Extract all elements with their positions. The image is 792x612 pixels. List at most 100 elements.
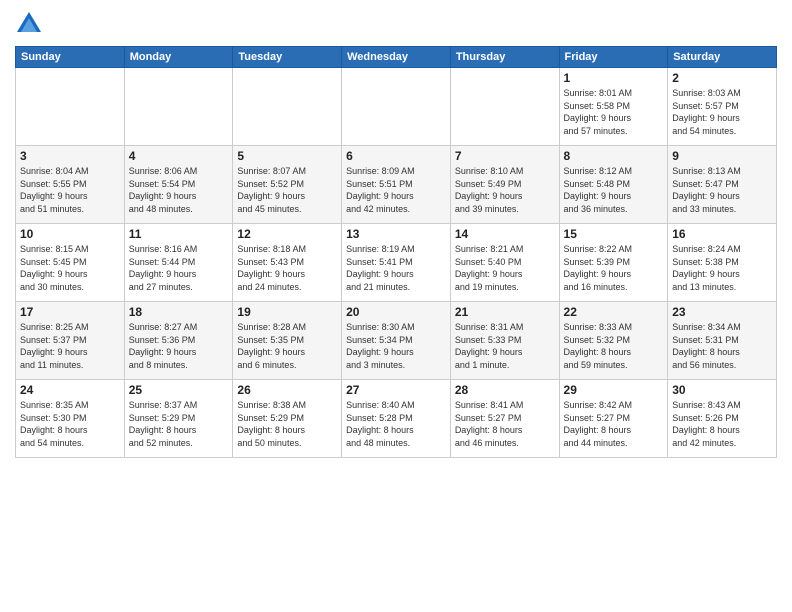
day-number: 12: [237, 227, 337, 241]
day-info: Sunrise: 8:01 AM Sunset: 5:58 PM Dayligh…: [564, 87, 664, 137]
day-number: 27: [346, 383, 446, 397]
day-info: Sunrise: 8:07 AM Sunset: 5:52 PM Dayligh…: [237, 165, 337, 215]
calendar-cell: 26 Sunrise: 8:38 AM Sunset: 5:29 PM Dayli…: [233, 380, 342, 458]
calendar-cell: 12 Sunrise: 8:18 AM Sunset: 5:43 PM Dayli…: [233, 224, 342, 302]
day-info: Sunrise: 8:18 AM Sunset: 5:43 PM Dayligh…: [237, 243, 337, 293]
calendar-cell: 22Sunrise: 8:33 AM Sunset: 5:32 PM Dayli…: [559, 302, 668, 380]
day-info: Sunrise: 8:04 AM Sunset: 5:55 PM Dayligh…: [20, 165, 120, 215]
calendar-cell: 3 Sunrise: 8:04 AM Sunset: 5:55 PM Daylig…: [16, 146, 125, 224]
day-info: Sunrise: 8:27 AM Sunset: 5:36 PM Dayligh…: [129, 321, 229, 371]
calendar-cell: [124, 68, 233, 146]
calendar-cell: 20 Sunrise: 8:30 AM Sunset: 5:34 PM Dayli…: [342, 302, 451, 380]
calendar-cell: 28 Sunrise: 8:41 AM Sunset: 5:27 PM Dayli…: [450, 380, 559, 458]
day-info: Sunrise: 8:35 AM Sunset: 5:30 PM Dayligh…: [20, 399, 120, 449]
day-info: Sunrise: 8:22 AM Sunset: 5:39 PM Dayligh…: [564, 243, 664, 293]
calendar-cell: 23 Sunrise: 8:34 AM Sunset: 5:31 PM Dayli…: [668, 302, 777, 380]
logo-icon: [15, 10, 43, 38]
calendar-cell: [342, 68, 451, 146]
day-info: Sunrise: 8:43 AM Sunset: 5:26 PM Dayligh…: [672, 399, 772, 449]
column-header-monday: Monday: [124, 47, 233, 68]
day-info: Sunrise: 8:38 AM Sunset: 5:29 PM Dayligh…: [237, 399, 337, 449]
day-info: Sunrise: 8:09 AM Sunset: 5:51 PM Dayligh…: [346, 165, 446, 215]
day-number: 11: [129, 227, 229, 241]
calendar-week-3: 10 Sunrise: 8:15 AM Sunset: 5:45 PM Dayli…: [16, 224, 777, 302]
column-header-friday: Friday: [559, 47, 668, 68]
day-number: 6: [346, 149, 446, 163]
day-info: Sunrise: 8:37 AM Sunset: 5:29 PM Dayligh…: [129, 399, 229, 449]
day-number: 17: [20, 305, 120, 319]
day-number: 21: [455, 305, 555, 319]
day-number: 29: [564, 383, 664, 397]
calendar-cell: 2Sunrise: 8:03 AM Sunset: 5:57 PM Daylig…: [668, 68, 777, 146]
calendar-cell: [16, 68, 125, 146]
day-number: 22: [564, 305, 664, 319]
calendar-cell: 30Sunrise: 8:43 AM Sunset: 5:26 PM Dayli…: [668, 380, 777, 458]
day-info: Sunrise: 8:10 AM Sunset: 5:49 PM Dayligh…: [455, 165, 555, 215]
day-number: 14: [455, 227, 555, 241]
day-info: Sunrise: 8:15 AM Sunset: 5:45 PM Dayligh…: [20, 243, 120, 293]
day-number: 3: [20, 149, 120, 163]
logo: [15, 10, 47, 38]
calendar-cell: 17 Sunrise: 8:25 AM Sunset: 5:37 PM Dayli…: [16, 302, 125, 380]
day-number: 24: [20, 383, 120, 397]
column-header-thursday: Thursday: [450, 47, 559, 68]
day-number: 20: [346, 305, 446, 319]
calendar-cell: 24 Sunrise: 8:35 AM Sunset: 5:30 PM Dayli…: [16, 380, 125, 458]
day-number: 18: [129, 305, 229, 319]
day-number: 9: [672, 149, 772, 163]
day-number: 8: [564, 149, 664, 163]
calendar-cell: 6 Sunrise: 8:09 AM Sunset: 5:51 PM Daylig…: [342, 146, 451, 224]
day-number: 2: [672, 71, 772, 85]
day-number: 5: [237, 149, 337, 163]
column-header-sunday: Sunday: [16, 47, 125, 68]
calendar-cell: [233, 68, 342, 146]
calendar-cell: 14 Sunrise: 8:21 AM Sunset: 5:40 PM Dayli…: [450, 224, 559, 302]
calendar-cell: 1 Sunrise: 8:01 AM Sunset: 5:58 PM Daylig…: [559, 68, 668, 146]
calendar-page: SundayMondayTuesdayWednesdayThursdayFrid…: [0, 0, 792, 612]
day-number: 4: [129, 149, 229, 163]
day-info: Sunrise: 8:21 AM Sunset: 5:40 PM Dayligh…: [455, 243, 555, 293]
column-header-saturday: Saturday: [668, 47, 777, 68]
day-number: 15: [564, 227, 664, 241]
day-info: Sunrise: 8:24 AM Sunset: 5:38 PM Dayligh…: [672, 243, 772, 293]
calendar-week-2: 3 Sunrise: 8:04 AM Sunset: 5:55 PM Daylig…: [16, 146, 777, 224]
day-info: Sunrise: 8:31 AM Sunset: 5:33 PM Dayligh…: [455, 321, 555, 371]
day-number: 28: [455, 383, 555, 397]
calendar-cell: 4 Sunrise: 8:06 AM Sunset: 5:54 PM Daylig…: [124, 146, 233, 224]
day-info: Sunrise: 8:12 AM Sunset: 5:48 PM Dayligh…: [564, 165, 664, 215]
column-header-wednesday: Wednesday: [342, 47, 451, 68]
calendar-cell: 18 Sunrise: 8:27 AM Sunset: 5:36 PM Dayli…: [124, 302, 233, 380]
calendar-cell: 25 Sunrise: 8:37 AM Sunset: 5:29 PM Dayli…: [124, 380, 233, 458]
calendar-cell: [450, 68, 559, 146]
calendar-cell: 8 Sunrise: 8:12 AM Sunset: 5:48 PM Daylig…: [559, 146, 668, 224]
day-number: 25: [129, 383, 229, 397]
day-number: 7: [455, 149, 555, 163]
calendar-cell: 10 Sunrise: 8:15 AM Sunset: 5:45 PM Dayli…: [16, 224, 125, 302]
calendar-cell: 16Sunrise: 8:24 AM Sunset: 5:38 PM Dayli…: [668, 224, 777, 302]
day-info: Sunrise: 8:30 AM Sunset: 5:34 PM Dayligh…: [346, 321, 446, 371]
day-number: 10: [20, 227, 120, 241]
day-info: Sunrise: 8:34 AM Sunset: 5:31 PM Dayligh…: [672, 321, 772, 371]
day-info: Sunrise: 8:41 AM Sunset: 5:27 PM Dayligh…: [455, 399, 555, 449]
day-number: 1: [564, 71, 664, 85]
day-info: Sunrise: 8:28 AM Sunset: 5:35 PM Dayligh…: [237, 321, 337, 371]
header: [15, 10, 777, 38]
column-header-tuesday: Tuesday: [233, 47, 342, 68]
day-number: 13: [346, 227, 446, 241]
day-info: Sunrise: 8:25 AM Sunset: 5:37 PM Dayligh…: [20, 321, 120, 371]
calendar-cell: 11 Sunrise: 8:16 AM Sunset: 5:44 PM Dayli…: [124, 224, 233, 302]
calendar-cell: 9 Sunrise: 8:13 AM Sunset: 5:47 PM Daylig…: [668, 146, 777, 224]
day-info: Sunrise: 8:06 AM Sunset: 5:54 PM Dayligh…: [129, 165, 229, 215]
day-info: Sunrise: 8:16 AM Sunset: 5:44 PM Dayligh…: [129, 243, 229, 293]
day-info: Sunrise: 8:13 AM Sunset: 5:47 PM Dayligh…: [672, 165, 772, 215]
calendar-cell: 19Sunrise: 8:28 AM Sunset: 5:35 PM Dayli…: [233, 302, 342, 380]
day-info: Sunrise: 8:19 AM Sunset: 5:41 PM Dayligh…: [346, 243, 446, 293]
calendar-cell: 13 Sunrise: 8:19 AM Sunset: 5:41 PM Dayli…: [342, 224, 451, 302]
day-number: 26: [237, 383, 337, 397]
calendar-week-4: 17 Sunrise: 8:25 AM Sunset: 5:37 PM Dayli…: [16, 302, 777, 380]
day-number: 23: [672, 305, 772, 319]
calendar-cell: 5 Sunrise: 8:07 AM Sunset: 5:52 PM Daylig…: [233, 146, 342, 224]
calendar-cell: 29Sunrise: 8:42 AM Sunset: 5:27 PM Dayli…: [559, 380, 668, 458]
calendar-week-1: 1 Sunrise: 8:01 AM Sunset: 5:58 PM Daylig…: [16, 68, 777, 146]
calendar-table: SundayMondayTuesdayWednesdayThursdayFrid…: [15, 46, 777, 458]
